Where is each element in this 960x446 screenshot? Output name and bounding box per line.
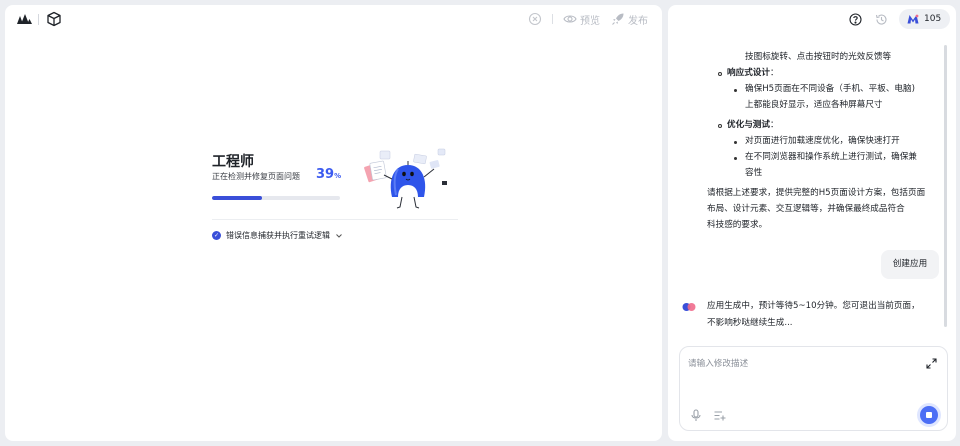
message-line: 技图标旋转、点击按钮时的光效反馈等 — [745, 52, 892, 62]
status-toggle[interactable]: ✓ 错误信息捕获并执行重试逻辑 — [212, 230, 343, 241]
assistant-header: 105 — [668, 5, 956, 33]
progress-bar — [212, 196, 340, 200]
card-divider — [212, 219, 458, 220]
list-item: 对页面进行加载速度优化，确保快速打开 — [745, 136, 900, 146]
ai-avatar-icon — [682, 303, 696, 311]
list-item-continuation: 上都能良好显示，适应各种屏幕尺寸 — [745, 100, 883, 110]
close-circle-icon[interactable] — [528, 12, 542, 26]
preview-button[interactable]: 预览 — [563, 12, 600, 27]
message-line: 科技感的要求。 — [707, 220, 768, 230]
preview-label: 预览 — [580, 15, 600, 27]
toolbar-actions: 预览 发布 — [528, 11, 648, 27]
list-bullet — [718, 72, 722, 76]
ai-message-line: 不影响秒哒继续生成... — [707, 318, 793, 328]
check-icon: ✓ — [212, 231, 221, 240]
expand-icon[interactable] — [926, 358, 937, 369]
list-heading: 响应式设计 — [727, 68, 770, 78]
list-bullet — [734, 89, 737, 92]
history-icon[interactable] — [875, 13, 888, 26]
chevron-down-icon — [336, 233, 342, 238]
progress-percent-value: 39 — [316, 167, 335, 182]
assistant-panel: 105 技图标旋转、点击按钮时的光效反馈等 响应式设计： 确保H5页面在不同设备… — [668, 5, 956, 441]
cube-icon[interactable] — [46, 11, 62, 27]
list-bullet — [734, 157, 737, 160]
stop-icon — [926, 412, 932, 418]
list-item: 优化与测试： — [727, 120, 779, 130]
message-line: 请根据上述要求，提供完整的H5页面设计方案，包括页面 — [707, 188, 926, 198]
chat-history: 技图标旋转、点击按钮时的光效反馈等 响应式设计： 确保H5页面在不同设备（手机、… — [668, 45, 956, 345]
ai-message-line: 应用生成中，预计等待5~10分钟。您可退出当前页面， — [707, 301, 920, 311]
publish-button[interactable]: 发布 — [611, 12, 648, 27]
publish-label: 发布 — [628, 15, 648, 27]
rocket-icon — [612, 13, 624, 25]
mascot-illustration — [364, 148, 447, 209]
message-line: 布局、设计元素、交互逻辑等，并确保最终成品符合 — [707, 204, 905, 214]
toolbar-separator — [552, 14, 553, 24]
credits-badge[interactable]: 105 — [899, 9, 951, 29]
progress-bar-fill — [212, 196, 262, 200]
list-heading: 优化与测试 — [727, 120, 770, 130]
progress-percent-sign: % — [334, 172, 342, 180]
agent-title: 工程师 — [212, 154, 254, 170]
mic-icon[interactable] — [690, 409, 702, 422]
user-message: 创建应用 — [881, 250, 939, 279]
progress-subtitle: 正在检测并修复页面问题 — [212, 172, 300, 181]
editor-toolbar: 预览 发布 — [5, 5, 662, 33]
toolbar-divider — [38, 14, 39, 25]
list-item: 在不同浏览器和操作系统上进行测试，确保兼 — [745, 152, 917, 162]
stop-generation-button[interactable] — [920, 406, 938, 424]
credits-count: 105 — [924, 14, 942, 24]
help-icon[interactable] — [849, 13, 862, 26]
list-bullet — [734, 141, 737, 144]
chat-input-box — [679, 346, 948, 431]
list-item-continuation: 容性 — [745, 168, 763, 178]
list-item: 响应式设计： — [727, 68, 779, 78]
message-input[interactable] — [688, 357, 918, 377]
eye-icon — [563, 15, 577, 23]
credits-icon — [907, 14, 919, 24]
status-text: 错误信息捕获并执行重试逻辑 — [226, 231, 330, 240]
list-bullet — [718, 124, 722, 128]
list-item: 确保H5页面在不同设备（手机、平板、电脑) — [745, 84, 915, 94]
chat-scrollbar[interactable] — [944, 45, 947, 327]
progress-percent: 39% — [316, 167, 341, 182]
logo-icon[interactable] — [16, 13, 32, 25]
editor-panel: 预览 发布 工程师 正在检测并修复页面问题 39% ✓ 错误信息捕获并执行重试逻… — [5, 5, 662, 441]
prompt-icon[interactable] — [713, 409, 726, 422]
